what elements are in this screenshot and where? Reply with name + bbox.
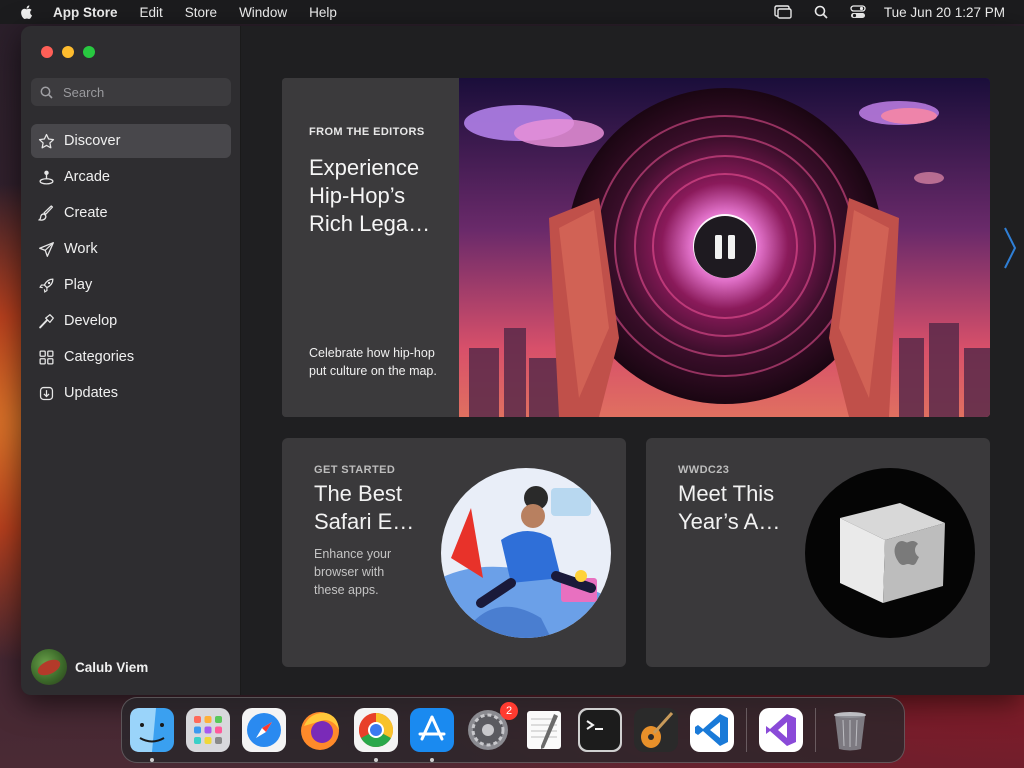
dock-firefox[interactable] bbox=[298, 708, 342, 752]
control-center-icon[interactable] bbox=[850, 5, 866, 19]
dock-chrome[interactable] bbox=[354, 708, 398, 762]
card-title: Meet This Year’s A… bbox=[678, 481, 781, 534]
hammer-icon bbox=[39, 313, 54, 328]
joystick-icon bbox=[39, 170, 54, 185]
sidebar-item-label: Discover bbox=[64, 133, 121, 149]
launchpad-icon bbox=[186, 708, 230, 752]
pause-button[interactable] bbox=[693, 215, 757, 279]
notification-badge: 2 bbox=[500, 702, 518, 720]
textedit-icon bbox=[527, 711, 561, 749]
running-indicator bbox=[150, 758, 154, 762]
hero-description: Celebrate how hip-hop put culture on the… bbox=[309, 346, 437, 378]
dock-visual-studio[interactable] bbox=[759, 708, 803, 752]
menu-help[interactable]: Help bbox=[309, 5, 337, 20]
app-name-menu[interactable]: App Store bbox=[53, 5, 118, 20]
sidebar-item-categories[interactable]: Categories bbox=[31, 340, 231, 374]
chrome-icon bbox=[354, 708, 398, 752]
app-store-window: Discover Arcade Create bbox=[21, 26, 1024, 695]
dock-terminal[interactable] bbox=[578, 708, 622, 752]
safari-icon bbox=[242, 708, 286, 752]
main-content: FROM THE EDITORS Experience Hip-Hop’s Ri… bbox=[241, 26, 1024, 695]
hero-story-card[interactable]: FROM THE EDITORS Experience Hip-Hop’s Ri… bbox=[282, 78, 990, 417]
sidebar-item-label: Categories bbox=[64, 349, 135, 365]
sidebar-item-label: Create bbox=[64, 205, 108, 221]
sidebar-item-work[interactable]: Work bbox=[31, 232, 231, 266]
grid-icon bbox=[39, 349, 54, 365]
sidebar: Discover Arcade Create bbox=[21, 26, 241, 695]
hero-eyebrow: FROM THE EDITORS bbox=[309, 126, 425, 138]
trash-icon bbox=[834, 712, 866, 751]
apple-menu-icon[interactable] bbox=[19, 4, 35, 20]
zoom-window-button[interactable] bbox=[83, 46, 95, 58]
card-description: Enhance your browser with these apps. bbox=[314, 547, 392, 597]
search-input[interactable] bbox=[61, 83, 215, 101]
story-card-safari-extensions[interactable]: GET STARTED The Best Safari E… Enhance y… bbox=[282, 438, 626, 667]
apple-design-award-artwork bbox=[805, 468, 975, 638]
search-icon bbox=[40, 86, 53, 99]
finder-icon bbox=[130, 708, 174, 752]
sidebar-item-updates[interactable]: Updates bbox=[31, 376, 231, 410]
menu-store[interactable]: Store bbox=[185, 5, 217, 20]
running-indicator bbox=[430, 758, 434, 762]
card-title: The Best Safari E… bbox=[314, 481, 415, 534]
sidebar-item-develop[interactable]: Develop bbox=[31, 304, 231, 338]
dock-trash[interactable] bbox=[828, 708, 872, 752]
dock-textedit[interactable] bbox=[522, 708, 566, 752]
dock-launchpad[interactable] bbox=[186, 708, 230, 752]
dock-app-store[interactable] bbox=[410, 708, 454, 762]
card-eyebrow: GET STARTED bbox=[314, 464, 396, 476]
dock: 2 bbox=[121, 697, 905, 763]
dock-safari[interactable] bbox=[242, 708, 286, 752]
sidebar-item-arcade[interactable]: Arcade bbox=[31, 160, 231, 194]
sidebar-item-label: Work bbox=[64, 241, 98, 257]
dock-finder[interactable] bbox=[130, 708, 174, 762]
user-name: Calub Viem bbox=[75, 659, 149, 675]
star-icon bbox=[38, 133, 55, 148]
hero-title: Experience Hip-Hop’s Rich Lega… bbox=[309, 155, 431, 236]
story-card-wwdc23[interactable]: WWDC23 Meet This Year’s A… bbox=[646, 438, 990, 667]
dock-separator bbox=[815, 708, 816, 752]
sidebar-nav: Discover Arcade Create Work Play Develop… bbox=[31, 124, 231, 412]
dock-separator bbox=[746, 708, 747, 752]
hero-text-panel: FROM THE EDITORS Experience Hip-Hop’s Ri… bbox=[282, 78, 459, 417]
running-indicator bbox=[374, 758, 378, 762]
menu-window[interactable]: Window bbox=[239, 5, 287, 20]
sidebar-item-label: Updates bbox=[64, 385, 119, 401]
rocket-icon bbox=[39, 277, 54, 293]
safari-extensions-artwork bbox=[441, 468, 611, 638]
spotlight-search-icon[interactable] bbox=[814, 5, 828, 19]
paperplane-icon bbox=[39, 241, 54, 257]
visual-studio-icon bbox=[759, 708, 803, 752]
card-eyebrow: WWDC23 bbox=[678, 464, 730, 476]
close-window-button[interactable] bbox=[41, 46, 53, 58]
firefox-icon bbox=[301, 712, 339, 750]
sidebar-item-label: Develop bbox=[64, 313, 118, 329]
menu-bar-clock[interactable]: Tue Jun 20 1:27 PM bbox=[884, 5, 1005, 20]
dock-system-settings[interactable]: 2 bbox=[466, 702, 518, 752]
minimize-window-button[interactable] bbox=[62, 46, 74, 58]
dock-garageband[interactable] bbox=[634, 708, 678, 752]
dock-vscode[interactable] bbox=[690, 708, 734, 752]
screen-mirroring-icon[interactable] bbox=[774, 5, 792, 19]
guitar-icon bbox=[634, 708, 678, 752]
user-account[interactable]: Calub Viem bbox=[31, 649, 148, 685]
app-store-icon bbox=[410, 708, 454, 752]
vscode-icon bbox=[690, 708, 734, 752]
download-icon bbox=[39, 386, 54, 400]
window-controls bbox=[41, 46, 104, 58]
menu-bar: App Store Edit Store Window Help Tue Jun… bbox=[0, 0, 1024, 24]
sidebar-item-create[interactable]: Create bbox=[31, 196, 231, 230]
search-field[interactable] bbox=[31, 78, 231, 106]
sidebar-item-discover[interactable]: Discover bbox=[31, 124, 231, 158]
sidebar-item-play[interactable]: Play bbox=[31, 268, 231, 302]
brush-icon bbox=[38, 204, 54, 221]
sidebar-item-label: Play bbox=[64, 277, 93, 293]
menu-edit[interactable]: Edit bbox=[140, 5, 163, 20]
avatar[interactable] bbox=[31, 649, 67, 685]
sidebar-item-label: Arcade bbox=[64, 169, 110, 185]
terminal-icon bbox=[578, 708, 622, 752]
chevron-right-icon[interactable] bbox=[1003, 226, 1017, 270]
